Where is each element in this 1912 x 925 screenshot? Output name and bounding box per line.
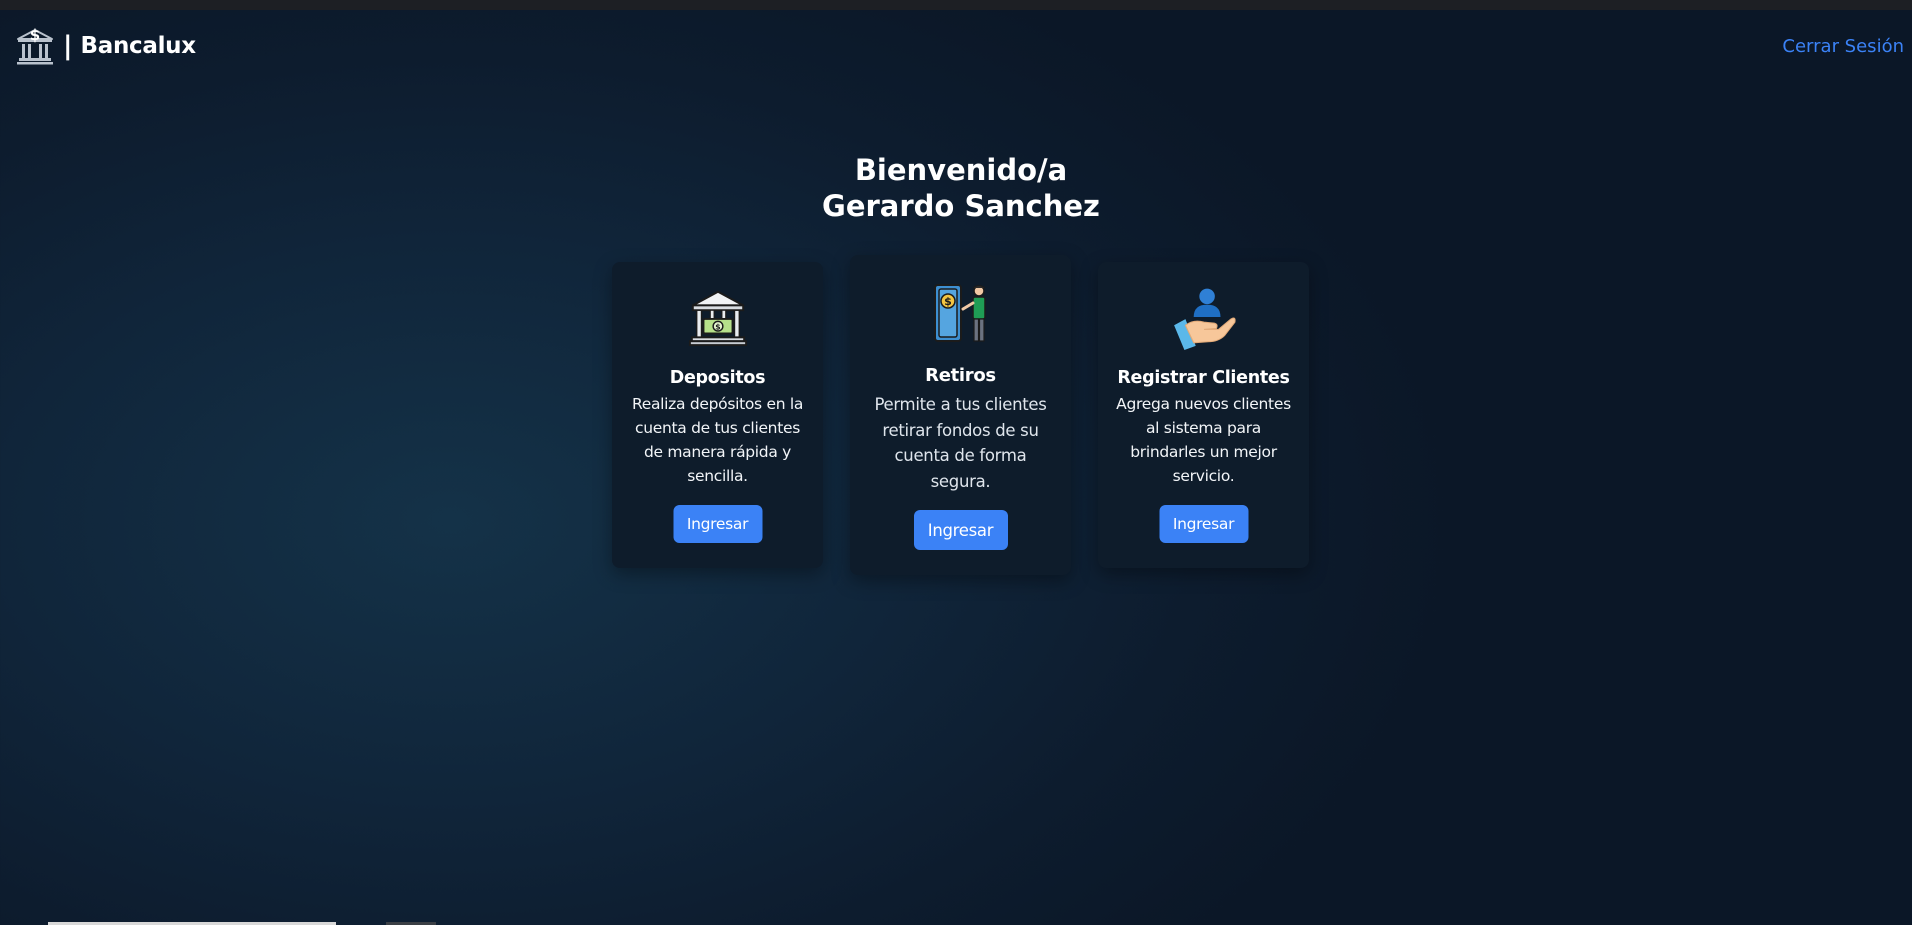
brand[interactable]: $ | Bancalux [15,26,196,66]
card-description: Permite a tus clientes retirar fondos de… [850,392,1071,494]
card-description-line: cuenta de tus clientes [635,419,800,437]
card-description-line: cuenta de forma [894,446,1027,465]
card-description-line: brindarles un mejor [1130,443,1277,461]
card-description-line: Realiza depósitos en la [631,395,804,413]
card-title: Retiros [925,365,996,386]
card-description: Agrega nuevos clientes al sistema para b… [1098,392,1309,488]
brand-name: Bancalux [80,33,197,59]
logout-link[interactable]: Cerrar Sesión [1782,34,1904,60]
hand-user-icon [1173,288,1236,350]
card-description-line: segura. [930,471,991,491]
svg-text:$: $ [715,323,720,332]
card-description-line: Agrega nuevos clientes [1116,395,1291,413]
card-title: Depositos [669,368,766,388]
register-clients-card: Registrar Clientes Agrega nuevos cliente… [1098,262,1309,568]
withdrawals-card: $ Retiros Permite a tus clientes retirar… [850,255,1071,575]
bank-dollar-icon: $ [17,26,53,65]
welcome-heading: Bienvenido/a Gerardo Sanchez [0,152,1912,224]
card-description: Realiza depósitos en la cuenta de tus cl… [612,392,823,488]
welcome-line-1: Bienvenido/a [854,153,1068,187]
deposits-card: $ Depositos Realiza depósitos en la cuen… [612,262,823,568]
welcome-user-name: Gerardo Sanchez [822,189,1100,223]
card-description-line: al sistema para [1145,419,1262,437]
card-description-line: servicio. [1172,467,1235,485]
navbar: $ | Bancalux Cerrar Sesión [0,10,1912,82]
svg-text:$: $ [944,295,952,308]
card-description-line: retirar fondos de su [882,420,1039,440]
top-strip [0,0,1912,10]
card-title: Registrar Clientes [1117,368,1290,388]
bank-deposit-icon: $ [688,290,747,347]
withdrawals-ingresar-button[interactable]: Ingresar [913,510,1008,550]
card-description-line: Permite a tus clientes [874,395,1047,414]
card-description-line: sencilla. [687,467,748,485]
atm-withdrawal-icon: $ [933,284,986,342]
register-clients-ingresar-button[interactable]: Ingresar [1159,505,1248,543]
svg-text:$: $ [30,26,40,44]
deposits-ingresar-button[interactable]: Ingresar [673,505,762,543]
brand-separator: | [63,31,73,61]
card-description-line: de manera rápida y [643,443,792,461]
